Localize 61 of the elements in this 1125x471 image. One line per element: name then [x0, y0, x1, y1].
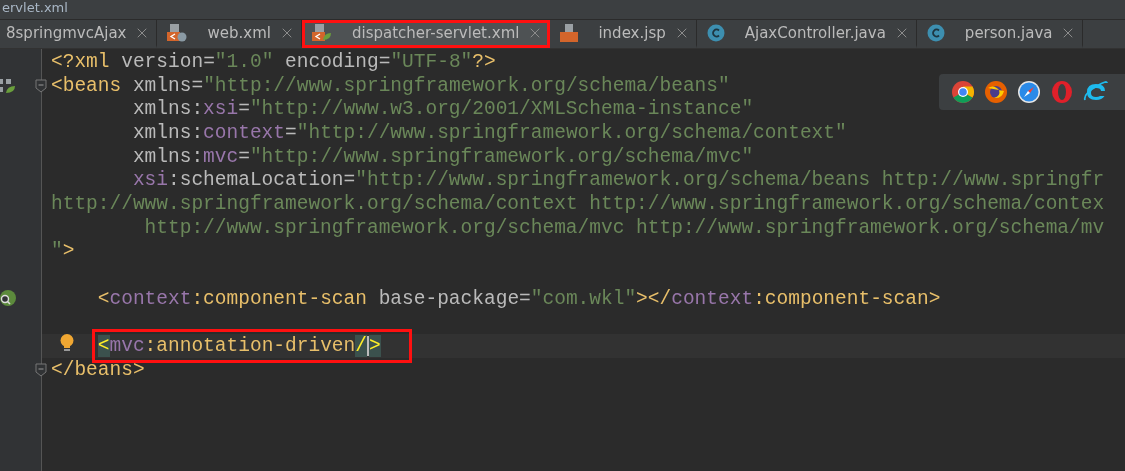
code-token: <beans [51, 74, 122, 97]
code-token: context [671, 287, 754, 310]
xml-globe-file-icon [167, 23, 188, 42]
firefox-icon[interactable] [984, 80, 1008, 104]
code-token: "com.wkl" [530, 287, 637, 310]
code-token: xmlns: [132, 98, 204, 121]
editor-tab[interactable]: AjaxController.java [696, 20, 917, 48]
code-token: mvc [109, 335, 145, 358]
code-token: xmlns: [132, 145, 204, 168]
code-token: "http://www.springframework.org/schema/beans http://www.springfr [355, 169, 1105, 192]
code-token: " [51, 240, 63, 263]
code-token: xsi [132, 169, 168, 192]
code-token: < [97, 287, 110, 310]
code-token: "UTF-8" [390, 50, 473, 73]
code-token: mvc [203, 145, 239, 168]
spring-bean-icon [0, 77, 18, 94]
opera-icon[interactable] [1050, 80, 1074, 104]
chrome-icon[interactable] [951, 80, 975, 104]
code-token: xmlns= [131, 74, 204, 97]
fold-marker-icon[interactable] [35, 78, 47, 93]
class-icon [706, 23, 725, 42]
editor-tab[interactable]: web.xml [157, 20, 302, 48]
lightbulb-icon[interactable] [60, 334, 74, 353]
code-token: = [285, 121, 297, 144]
compass-icon[interactable] [1017, 80, 1041, 104]
jsp-file-icon [560, 23, 579, 42]
editor-tab[interactable]: dispatcher-servlet.xml [301, 20, 551, 48]
xml-leaf-file-icon [311, 23, 332, 42]
code-token: context [109, 287, 192, 310]
code-token: ?> [472, 50, 496, 73]
code-token: = [238, 98, 250, 121]
code-token: ></ [636, 287, 672, 310]
code-token: xsi [203, 98, 239, 121]
code-token: "http://www.springframework.org/schema/beans" [203, 74, 730, 97]
code-token: <?xml [51, 50, 110, 73]
code-token: > [62, 240, 75, 263]
code-token: :component-scan> [753, 287, 941, 310]
editor-tab[interactable]: 8springmvcAjax [0, 20, 158, 48]
code-token: "http://www.springframework.org/schema/context" [296, 121, 847, 144]
code-token: = [238, 145, 250, 168]
code-token: "http://www.w3.org/2001/XMLSchema-instance" [249, 98, 754, 121]
code-token: version= [120, 50, 215, 73]
code-token: "http://www.springframework.org/schema/mvc" [249, 145, 754, 168]
code-token: < [97, 335, 110, 358]
editor-tab[interactable]: index.jsp [550, 20, 697, 48]
code-token: http://www.springframework.org/schema/context http://www.springframework.org/schema/contex [51, 192, 1105, 215]
code-token: context [203, 121, 286, 144]
code-token: </beans> [51, 358, 145, 381]
code-token: encoding= [284, 50, 391, 73]
fold-marker-icon[interactable] [35, 362, 47, 377]
code-token: :schemaLocation= [168, 169, 356, 192]
window-title: ervlet.xml [2, 0, 68, 15]
code-token: base-package= [377, 287, 531, 310]
code-token: :component-scan [191, 287, 367, 310]
code-token: xmlns: [132, 121, 204, 144]
class-icon [926, 23, 945, 42]
code-token: :annotation-driven [144, 335, 356, 358]
code-token: / [355, 335, 367, 358]
code-token: "1.0" [214, 50, 274, 73]
editor-tab[interactable]: person.java [916, 20, 1084, 48]
code-token: http://www.springframework.org/schema/mvc http://www.springframework.org/schema/mv [144, 216, 1105, 239]
